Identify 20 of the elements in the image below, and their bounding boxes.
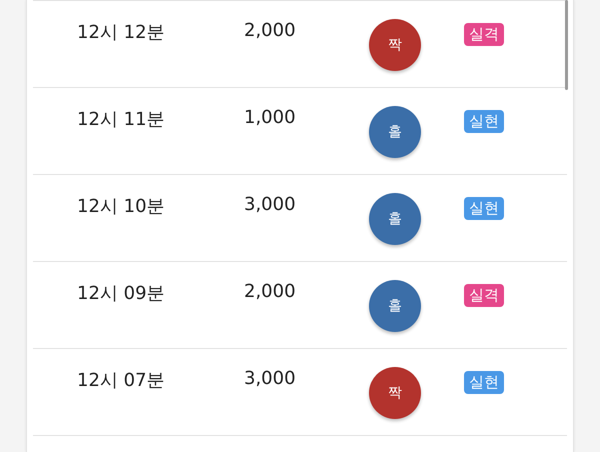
time-text: 12시 11분 — [76, 108, 166, 132]
result-ball: 홀 — [369, 280, 421, 332]
time-text: 12시 07분 — [76, 369, 166, 393]
time-text: 12시 10분 — [76, 195, 166, 219]
amount-text: 2,000 — [244, 280, 297, 304]
time-text: 12시 09분 — [76, 282, 166, 306]
status-badge: 실현 — [464, 197, 504, 220]
amount-text: 3,000 — [244, 367, 297, 391]
time-text: 12시 12분 — [76, 21, 166, 45]
result-ball: 짝 — [369, 19, 421, 71]
result-ball: 홀 — [369, 193, 421, 245]
amount-text: 1,000 — [244, 106, 297, 130]
result-ball: 홀 — [369, 106, 421, 158]
status-badge: 실격 — [464, 23, 504, 46]
status-badge: 실격 — [464, 284, 504, 307]
amount-text: 3,000 — [244, 193, 297, 217]
amount-text: 2,000 — [244, 19, 297, 43]
status-badge: 실현 — [464, 371, 504, 394]
status-badge: 실현 — [464, 110, 504, 133]
result-ball: 짝 — [369, 367, 421, 419]
